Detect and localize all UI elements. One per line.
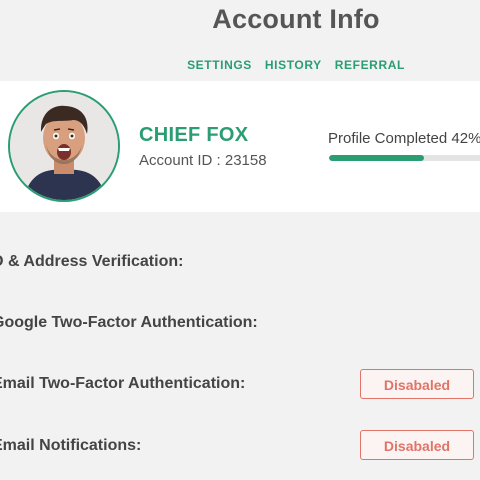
profile-progress-fill — [329, 155, 424, 161]
account-id: Account ID : 23158 — [139, 152, 267, 169]
profile-name: CHIEF FOX — [139, 124, 249, 146]
id-address-verification-label: D & Address Verification: — [0, 253, 184, 270]
page-title: Account Info — [212, 4, 380, 34]
email-2fa-toggle-button[interactable]: Disabaled — [360, 369, 474, 399]
email-2fa-label: Email Two-Factor Authentication: — [0, 375, 246, 392]
tab-bar: SETTINGS HISTORY REFERRAL — [0, 58, 480, 72]
email-notifications-toggle-button[interactable]: Disabaled — [360, 430, 474, 460]
profile-progress-label: Profile Completed 42% — [328, 130, 480, 147]
tab-referral[interactable]: REFERRAL — [335, 58, 405, 72]
tab-history[interactable]: HISTORY — [265, 58, 322, 72]
tab-settings[interactable]: SETTINGS — [187, 58, 252, 72]
email-notifications-label: Email Notifications: — [0, 437, 142, 454]
profile-photo — [10, 92, 118, 200]
google-2fa-label: Google Two-Factor Authentication: — [0, 314, 258, 331]
profile-card: CHIEF FOX Account ID : 23158 Profile Com… — [0, 81, 480, 212]
avatar — [8, 90, 120, 202]
profile-progress-bar — [329, 155, 480, 161]
